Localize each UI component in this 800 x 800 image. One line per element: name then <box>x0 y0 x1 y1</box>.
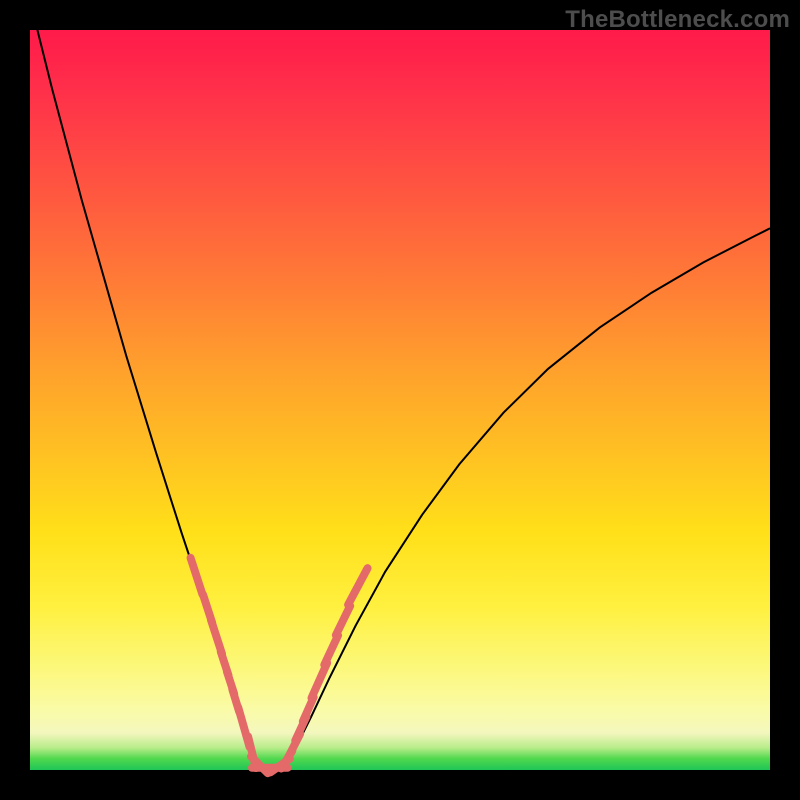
plot-area <box>30 30 770 770</box>
marker-group <box>191 558 368 773</box>
highlight-marker <box>348 568 367 605</box>
highlight-marker <box>324 635 338 665</box>
highlight-marker <box>336 606 350 635</box>
curve-right-branch <box>287 228 770 762</box>
watermark-text: TheBottleneck.com <box>565 6 790 34</box>
chart-frame: TheBottleneck.com <box>0 0 800 800</box>
highlight-marker <box>191 558 203 595</box>
chart-svg <box>30 30 770 770</box>
